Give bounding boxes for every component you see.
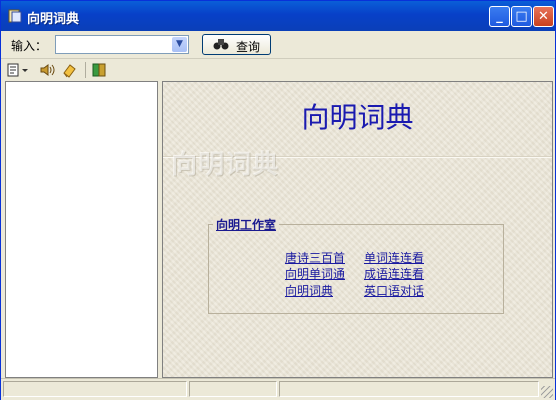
close-button[interactable]: ✕ (533, 6, 554, 27)
maximize-button[interactable]: □ (511, 6, 532, 27)
input-label: 输入： (11, 39, 48, 53)
eraser-icon[interactable] (61, 62, 77, 78)
status-panel-1 (3, 381, 187, 397)
book-icon[interactable] (91, 62, 107, 78)
chevron-down-icon[interactable]: ▼ (172, 37, 187, 52)
toolbar-separator (85, 62, 86, 78)
icon-toolbar (1, 59, 555, 81)
link-dictionary[interactable]: 向明词典 (285, 282, 333, 299)
link-word-match[interactable]: 单词连连看 (364, 249, 424, 266)
link-oral-english[interactable]: 英口语对话 (364, 282, 424, 299)
link-idiom-match[interactable]: 成语连连看 (364, 265, 424, 282)
status-panel-2 (189, 381, 277, 397)
window-title: 向明词典 (27, 12, 80, 27)
status-bar (1, 378, 555, 400)
app-icon (8, 9, 22, 23)
resize-grip-icon[interactable] (541, 386, 553, 398)
studio-group-box (208, 224, 504, 314)
link-word-master[interactable]: 向明单词通 (285, 265, 345, 282)
word-input-combobox[interactable]: ▼ (55, 35, 189, 54)
status-panel-3 (279, 381, 539, 397)
binoculars-icon (213, 37, 229, 54)
watermark-logo: 向明词典 (171, 150, 280, 180)
page-title: 向明词典 (301, 101, 414, 134)
lookup-dropdown-icon[interactable] (7, 62, 28, 78)
query-label: 查询 (236, 40, 261, 54)
app-window: 向明词典 _ □ ✕ 输入： ▼ 查询 向明词典 向明词典 向明工作室 唐诗三百… (0, 0, 556, 400)
search-toolbar: 输入： ▼ 查询 (1, 31, 555, 59)
link-tang-poems[interactable]: 唐诗三百首 (285, 249, 345, 266)
title-bar[interactable]: 向明词典 _ □ ✕ (1, 1, 555, 31)
minimize-button[interactable]: _ (489, 6, 510, 27)
query-button[interactable]: 查询 (202, 34, 271, 55)
speaker-icon[interactable] (39, 62, 55, 78)
word-list-pane[interactable] (5, 81, 158, 378)
content-pane: 向明词典 向明词典 向明工作室 唐诗三百首 单词连连看 向明单词通 成语连连看 … (162, 81, 553, 378)
studio-group-title[interactable]: 向明工作室 (213, 216, 280, 233)
